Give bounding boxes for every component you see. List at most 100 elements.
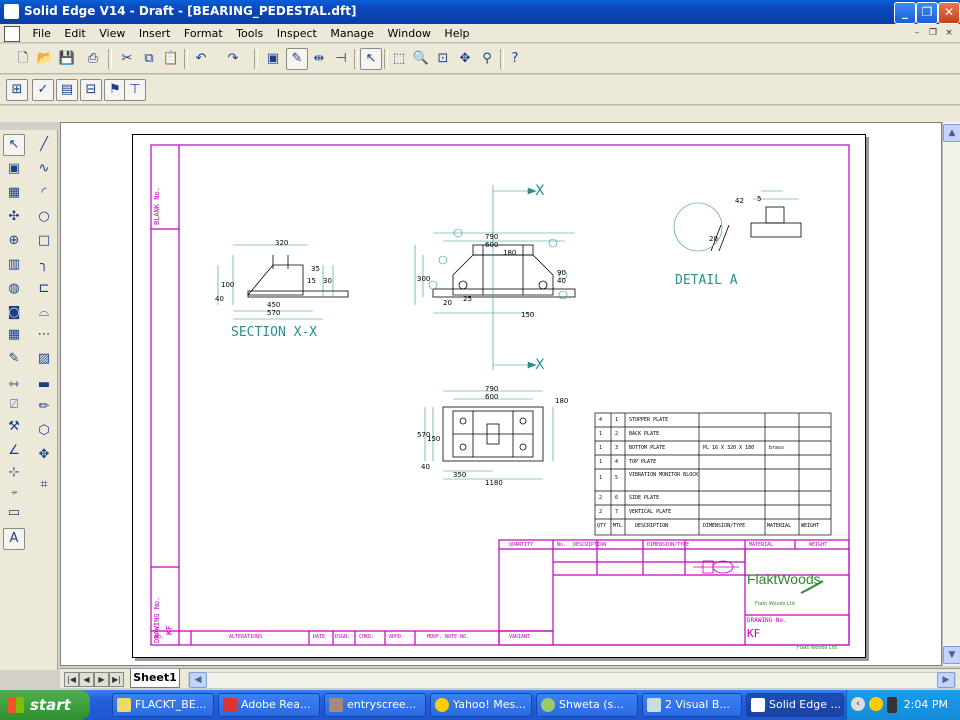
paste-icon[interactable]: 📋 (160, 48, 182, 70)
traffic-light-icon[interactable] (887, 697, 897, 713)
menu-file[interactable]: File (28, 24, 56, 43)
camera-tool-icon[interactable]: ◙ (3, 302, 25, 324)
copy-icon[interactable]: ⧉ (138, 48, 160, 70)
undo-icon[interactable]: ↶ (190, 48, 212, 70)
symbol-tool-icon[interactable]: ▭ (3, 502, 25, 524)
view-tool-icon[interactable]: ▣ (3, 158, 25, 180)
arc-tool-icon[interactable]: ◜ (33, 182, 55, 204)
menu-view[interactable]: View (94, 24, 130, 43)
chamfer-tool-icon[interactable]: ⊏ (33, 278, 55, 300)
trim-tool-icon[interactable]: ⌓ (33, 302, 55, 324)
task-visual-basic[interactable]: 2 Visual B... (642, 693, 742, 717)
annotation-tool-icon[interactable]: ✎ (3, 348, 25, 370)
next-sheet-button[interactable]: ▶ (94, 672, 109, 687)
menu-manage[interactable]: Manage (325, 24, 379, 43)
first-sheet-button[interactable]: |◀ (64, 672, 79, 687)
last-sheet-button[interactable]: ▶| (109, 672, 124, 687)
close-button[interactable]: ✕ (938, 2, 960, 24)
dimension-axis-icon[interactable]: ⊣ (330, 48, 352, 70)
doc-close-button[interactable]: × (942, 27, 956, 39)
edit-icon[interactable]: ⊟ (80, 79, 102, 101)
point-tool-icon[interactable]: ⊹ (3, 462, 25, 484)
zoom-area-icon[interactable]: ⬚ (388, 48, 410, 70)
menu-tools[interactable]: Tools (231, 24, 268, 43)
sheet1-tab[interactable]: Sheet1 (130, 669, 180, 688)
fill-tool-icon[interactable]: ▨ (33, 348, 55, 370)
3d-view-icon[interactable]: ⬡ (33, 420, 55, 442)
weld-symbol-icon[interactable]: ⚒ (3, 416, 25, 438)
draw-view-icon[interactable]: ⊞ (6, 79, 28, 101)
scroll-down-button[interactable]: ▼ (943, 646, 960, 664)
task-solid-edge[interactable]: Solid Edge ... (746, 693, 844, 717)
zoom-tool-icon[interactable]: ⚲ (476, 48, 498, 70)
title-bar[interactable]: Solid Edge V14 - Draft - [BEARING_PEDEST… (0, 0, 960, 24)
balloon-icon[interactable]: ⚑ (104, 79, 126, 101)
linear-dim-icon[interactable]: ⇿ (3, 374, 25, 396)
fillet-tool-icon[interactable]: ╮ (33, 254, 55, 276)
scroll-up-button[interactable]: ▲ (943, 124, 960, 142)
text-tool-icon[interactable]: A (3, 528, 25, 550)
pan-icon[interactable]: ✥ (454, 48, 476, 70)
start-button[interactable]: start (0, 690, 90, 720)
redo-icon[interactable]: ↷ (222, 48, 244, 70)
scroll-right-button[interactable]: ▶ (937, 672, 955, 688)
menu-insert[interactable]: Insert (134, 24, 176, 43)
menu-format[interactable]: Format (179, 24, 228, 43)
drawing-sheet[interactable]: SECTION X-X DETAIL A X X BLANK No. DRAWI… (132, 134, 866, 658)
properties-icon[interactable]: ✎ (286, 48, 308, 70)
print-icon[interactable]: ⎙ (82, 48, 104, 70)
new-icon[interactable]: 🗋 (12, 48, 34, 70)
minimize-button[interactable]: _ (894, 2, 916, 24)
cut-icon[interactable]: ✂ (116, 48, 138, 70)
open-icon[interactable]: 📂 (34, 48, 56, 70)
line-tool-icon[interactable]: ╱ (33, 134, 55, 156)
table-tool-icon[interactable]: ▦ (3, 324, 25, 346)
fit-icon[interactable]: ⊡ (432, 48, 454, 70)
horizontal-scrollbar[interactable]: ◀ ▶ (188, 672, 956, 689)
connector-tool-icon[interactable]: ⍆ (3, 482, 25, 504)
select-tool-icon[interactable]: ↖ (3, 134, 25, 156)
yahoo-tray-icon[interactable] (869, 697, 883, 711)
menu-window[interactable]: Window (383, 24, 436, 43)
zoom-icon[interactable]: 🔍 (410, 48, 432, 70)
angle-dim-icon[interactable]: ⍁ (3, 394, 25, 416)
menu-edit[interactable]: Edit (59, 24, 90, 43)
tray-arrow-icon[interactable]: ‹ (851, 697, 865, 711)
task-adobe[interactable]: Adobe Rea... (218, 693, 320, 717)
restore-button[interactable]: ❐ (916, 2, 938, 24)
clock[interactable]: 2:04 PM (904, 698, 948, 711)
section-tool-icon[interactable]: ▦ (3, 182, 25, 204)
task-yahoo[interactable]: Yahoo! Mes... (430, 693, 532, 717)
scroll-left-button[interactable]: ◀ (189, 672, 207, 688)
pattern-tool-icon[interactable]: ⋯ (33, 324, 55, 346)
prev-sheet-button[interactable]: ◀ (79, 672, 94, 687)
solid-edge-app-icon[interactable] (4, 4, 19, 19)
vertical-scrollbar[interactable]: ▲ ▼ (942, 122, 960, 666)
menu-inspect[interactable]: Inspect (272, 24, 322, 43)
drawing-view-icon[interactable]: ✏ (33, 396, 55, 418)
doc-restore-button[interactable]: ❐ (926, 27, 940, 39)
sheet-setup-icon[interactable]: ▣ (262, 48, 284, 70)
circle-tool-icon[interactable]: ○ (33, 206, 55, 228)
rectangle-tool-icon[interactable]: □ (33, 230, 55, 252)
move-tool-icon[interactable]: ✥ (33, 444, 55, 466)
curve-tool-icon[interactable]: ∿ (33, 158, 55, 180)
angle-tool-icon[interactable]: ∠ (3, 440, 25, 462)
dimension-tool-icon[interactable]: ◍ (3, 278, 25, 300)
save-icon[interactable]: 💾 (56, 48, 78, 70)
smart-dimension-icon[interactable]: ⇹ (308, 48, 330, 70)
menu-help[interactable]: Help (439, 24, 474, 43)
sheet-icon[interactable]: ⊤ (124, 79, 146, 101)
auxiliary-tool-icon[interactable]: ⊕ (3, 230, 25, 252)
task-shweta[interactable]: Shweta (s... (536, 693, 638, 717)
document-icon[interactable] (4, 26, 20, 42)
broken-view-icon[interactable]: ▥ (3, 254, 25, 276)
measure-tool-icon[interactable]: ▬ (33, 374, 55, 396)
select-icon[interactable]: ↖ (360, 48, 382, 70)
check-icon[interactable]: ✓ (32, 79, 54, 101)
frame-tool-icon[interactable]: ⌗ (33, 474, 55, 496)
detail-tool-icon[interactable]: ✣ (3, 206, 25, 228)
help-icon[interactable]: ? (504, 48, 526, 70)
doc-minimize-button[interactable]: – (910, 27, 924, 39)
layer-icon[interactable]: ▤ (56, 79, 78, 101)
